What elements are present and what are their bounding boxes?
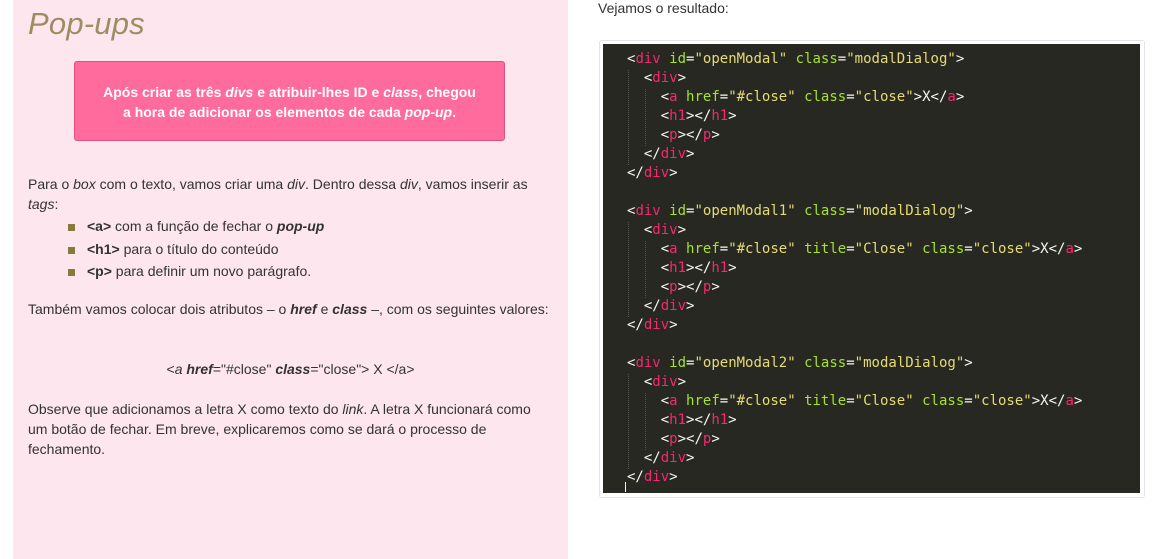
emphasis: class: [332, 301, 368, 317]
callout-emphasis: pop-up: [404, 104, 453, 120]
text: :: [54, 196, 59, 212]
text: como texto do: [246, 401, 343, 417]
list-item-text: para definir um novo parágrafo.: [111, 263, 312, 279]
text: X: [237, 401, 247, 417]
code-line: </div>: [627, 317, 678, 333]
code-line: </div>: [627, 165, 678, 181]
list-item: <p> para definir um novo parágrafo.: [68, 260, 324, 283]
code-line: <div>: [643, 222, 687, 238]
text: . A letra: [363, 401, 415, 417]
code-line: </div>: [643, 450, 695, 466]
callout-box: Após criar as três divs e atribuir-lhes …: [74, 61, 505, 141]
tag-name: <h1>: [87, 240, 120, 257]
indent-guide: [628, 222, 629, 317]
emphasis: pop-up: [276, 218, 325, 234]
emphasis: box: [73, 176, 96, 192]
indent-guide: [645, 89, 646, 146]
text: Observe que adicionamos a letra: [28, 401, 238, 417]
list-item-text: para o título do conteúdo: [119, 240, 279, 257]
text: ="close">: [310, 361, 374, 377]
callout-text: e atribuir-lhes ID e: [253, 84, 384, 100]
emphasis: href: [186, 361, 213, 377]
callout-text: .: [452, 104, 456, 120]
tag-list: <a> com a função de fechar o pop-up <h1>…: [68, 215, 324, 283]
code-block: <div id="openModal" class="modalDialog">…: [603, 44, 1140, 493]
tag-name: <p>: [87, 263, 112, 279]
inline-code-example: <a href="#close" class="close"> X </a>: [28, 359, 553, 379]
emphasis: href: [290, 301, 317, 317]
text: . Dentro dessa: [305, 176, 400, 192]
emphasis: div: [287, 176, 306, 192]
code-line: <a href="#close" title="Close" class="cl…: [660, 241, 1083, 257]
emphasis: link: [342, 401, 364, 417]
indent-guide: [628, 70, 629, 165]
tag-name: <a>: [87, 218, 112, 234]
code-line: <h1></h1>: [660, 108, 737, 124]
paragraph-attributes: Também vamos colocar dois atributos – o …: [28, 299, 553, 319]
code-line: </div>: [627, 469, 678, 485]
code-line: <div>: [643, 70, 687, 86]
code-line: <div id="openModal2" class="modalDialog"…: [627, 355, 973, 371]
text: Para o: [28, 176, 74, 192]
code-line: <div id="openModal" class="modalDialog">: [627, 51, 965, 67]
text-cursor: [625, 482, 626, 492]
code-line: <div id="openModal1" class="modalDialog"…: [627, 203, 973, 219]
code-line: <h1></h1>: [660, 260, 737, 276]
text: ="#close": [212, 361, 276, 377]
indent-guide: [628, 374, 629, 469]
code-line: <h1></h1>: [660, 412, 737, 428]
text: Também vamos colocar dois atributos – o: [28, 301, 291, 317]
callout-text: Após criar as três: [103, 84, 226, 100]
code-line: <p></p>: [660, 127, 720, 143]
indent-guide: [645, 241, 646, 298]
bullet-icon: [68, 224, 75, 231]
page-title: Pop-ups: [28, 6, 145, 41]
code-line: </div>: [643, 146, 695, 162]
text: –, com os seguintes valores:: [367, 301, 549, 317]
list-item: <h1> para o título do conteúdo: [68, 238, 324, 261]
list-item-text: com a função de fechar o: [111, 218, 277, 234]
result-label: Vejamos o resultado:: [598, 0, 729, 16]
emphasis: class: [275, 361, 311, 377]
text: X: [373, 361, 383, 377]
bullet-icon: [68, 246, 75, 254]
paragraph-close: Observe que adicionamos a letra X como t…: [28, 399, 553, 459]
paragraph-intro: Para o box com o texto, vamos criar uma …: [28, 174, 553, 214]
text: , vamos inserir as: [417, 176, 528, 192]
code-line: <p></p>: [660, 279, 720, 295]
code-line: <div>: [643, 374, 687, 390]
text: e: [316, 301, 333, 317]
code-line: <a href="#close" class="close">X</a>: [660, 89, 965, 105]
list-item: <a> com a função de fechar o pop-up: [68, 215, 324, 238]
code-line: <p></p>: [660, 431, 720, 447]
text: com o texto, vamos criar uma: [95, 176, 288, 192]
text: X: [414, 401, 424, 417]
bullet-icon: [68, 269, 75, 276]
code-line: </div>: [643, 298, 695, 314]
callout-emphasis: class: [383, 84, 419, 100]
text: <: [166, 361, 175, 377]
code-line: <a href="#close" title="Close" class="cl…: [660, 393, 1083, 409]
callout-emphasis: divs: [225, 84, 254, 100]
indent-guide: [645, 393, 646, 450]
emphasis: div: [399, 176, 418, 192]
text: </a>: [382, 361, 415, 377]
emphasis: tags: [28, 196, 55, 212]
content-panel: Pop-ups Após criar as três divs e atribu…: [13, 0, 568, 559]
